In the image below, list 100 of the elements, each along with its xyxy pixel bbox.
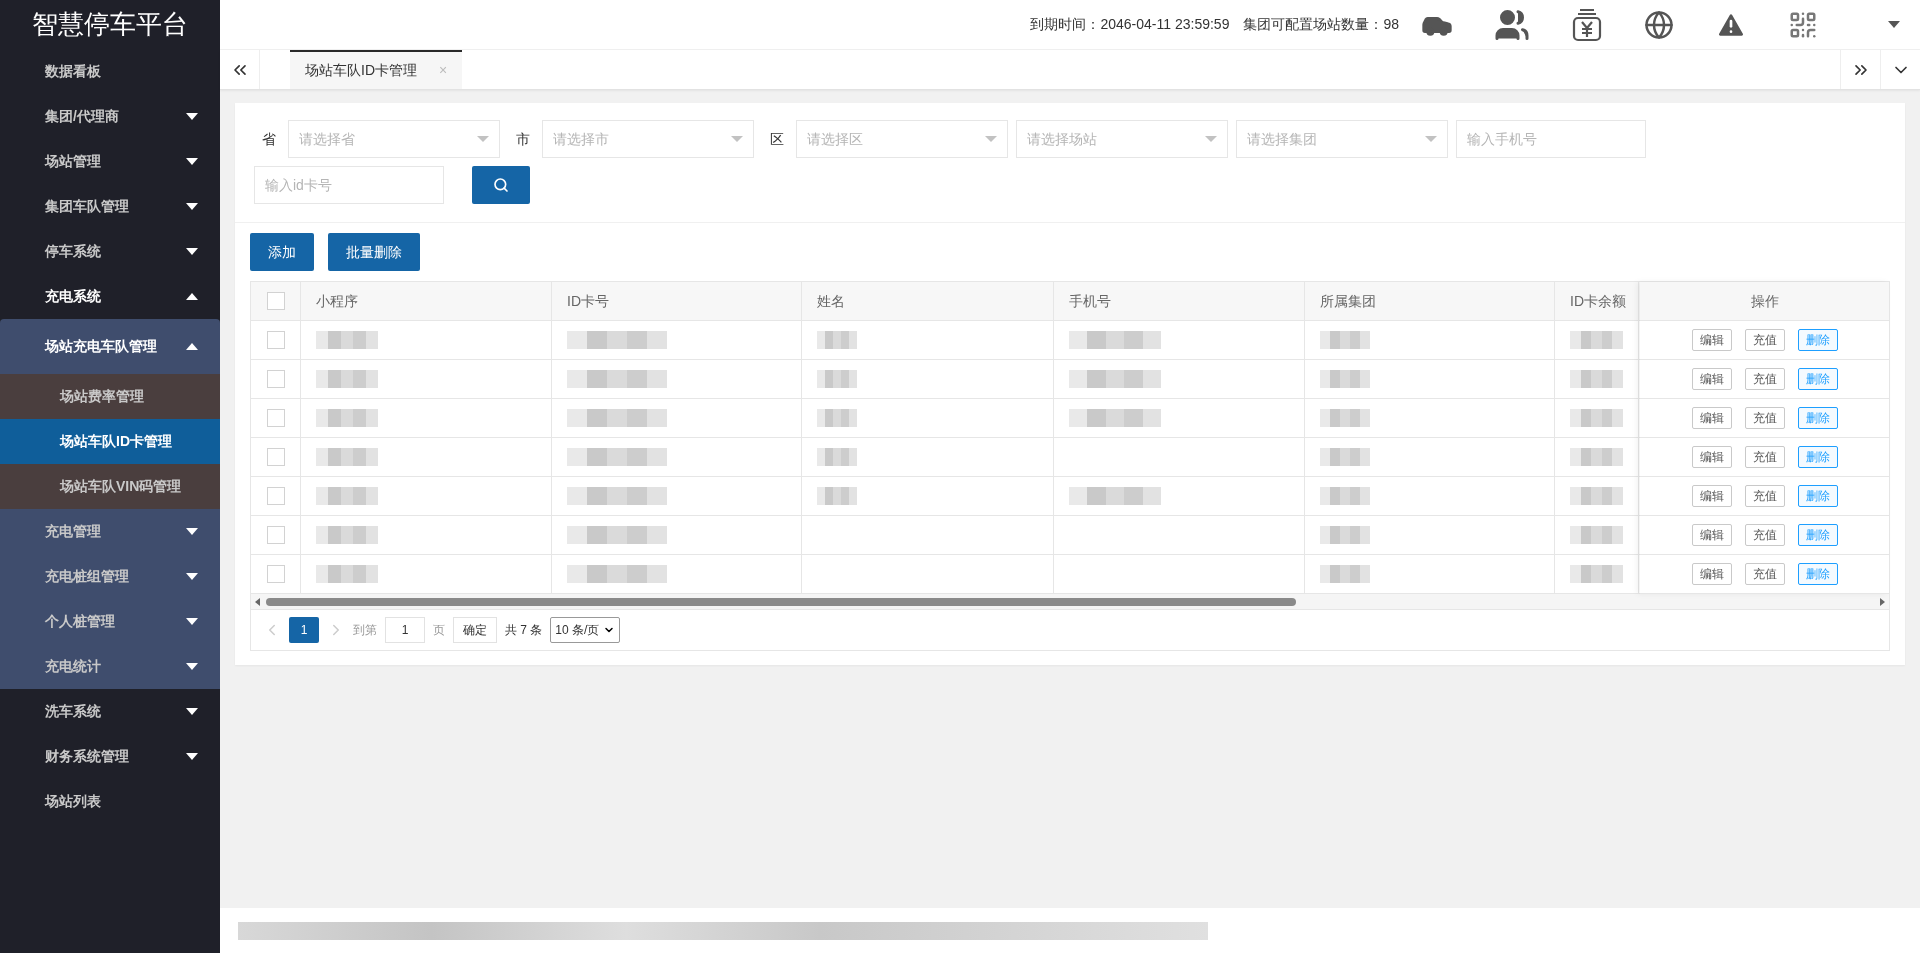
sidebar-item[interactable]: 场站管理: [0, 139, 220, 184]
row-action-button[interactable]: 编辑: [1691, 524, 1732, 546]
sidebar-item[interactable]: 洗车系统: [0, 689, 220, 734]
sidebar-item[interactable]: 停车系统: [0, 229, 220, 274]
blurred-text: [1320, 409, 1370, 427]
checkbox[interactable]: [266, 331, 285, 349]
caret-down-icon: [186, 708, 198, 715]
row-action-button[interactable]: 编辑: [1691, 446, 1732, 468]
row-action-button[interactable]: 充值: [1744, 329, 1785, 351]
sidebar-item[interactable]: 集团/代理商: [0, 94, 220, 139]
checkbox[interactable]: [266, 370, 285, 388]
sidebar-item[interactable]: 充电统计: [0, 644, 220, 689]
goto-label: 到第: [353, 622, 377, 639]
caret-down-icon: [731, 136, 743, 142]
sidebar-item[interactable]: 财务系统管理: [0, 734, 220, 779]
checkbox[interactable]: [266, 565, 285, 583]
yen-jar-icon[interactable]: [1571, 7, 1603, 42]
search-icon: [493, 177, 509, 193]
column-header: 所属集团: [1320, 291, 1376, 311]
caret-up-icon: [186, 293, 198, 300]
filter-label: 省: [261, 129, 277, 149]
sidebar-item[interactable]: 数据看板: [0, 49, 220, 94]
caret-down-icon: [477, 136, 489, 142]
blurred-text: [1320, 565, 1370, 583]
sidebar-item[interactable]: 充电桩组管理: [0, 554, 220, 599]
blurred-text: [1570, 409, 1623, 427]
action-button[interactable]: 批量删除: [328, 233, 420, 271]
filter-label: 区: [769, 129, 785, 149]
blurred-text: [817, 448, 857, 466]
caret-down-icon: [186, 158, 198, 165]
blurred-text: [1320, 370, 1370, 388]
row-action-button[interactable]: 充值: [1744, 446, 1785, 468]
caret-down-icon: [186, 573, 198, 580]
row-action-button[interactable]: 编辑: [1691, 485, 1732, 507]
scroll-left-arrow-icon[interactable]: [255, 597, 260, 606]
sidebar-item[interactable]: 场站车队ID卡管理: [0, 419, 220, 464]
caret-down-icon: [186, 528, 198, 535]
page-button[interactable]: 1: [289, 617, 319, 643]
tab[interactable]: 场站车队ID卡管理 ×: [290, 50, 463, 89]
caret-down-icon: [186, 753, 198, 760]
checkbox[interactable]: [266, 448, 285, 466]
column-header: 手机号: [1069, 291, 1111, 311]
blurred-text: [1320, 331, 1370, 349]
caret-down-icon: [985, 136, 997, 142]
blurred-text: [316, 409, 378, 427]
checkbox[interactable]: [266, 292, 285, 310]
sidebar-item[interactable]: 场站车队VIN码管理: [0, 464, 220, 509]
sidebar-item[interactable]: 场站列表: [0, 779, 220, 824]
blurred-text: [1570, 448, 1623, 466]
sidebar-item[interactable]: 充电系统: [0, 274, 220, 319]
sidebar-item[interactable]: 个人桩管理: [0, 599, 220, 644]
brand-title: 智慧停车平台: [31, 8, 189, 41]
checkbox[interactable]: [266, 526, 285, 544]
row-action-button[interactable]: 编辑: [1691, 329, 1732, 351]
page-unit-label: 页: [433, 622, 445, 639]
column-header: 小程序: [316, 291, 358, 311]
row-action-button[interactable]: 编辑: [1691, 563, 1732, 585]
page-size-select[interactable]: 10 条/页: [550, 617, 621, 643]
checkbox[interactable]: [266, 487, 285, 505]
checkbox[interactable]: [266, 409, 285, 427]
page-input[interactable]: 1: [385, 617, 425, 643]
row-action-button[interactable]: 编辑: [1691, 407, 1732, 429]
filter-label: 市: [515, 129, 531, 149]
row-action-button[interactable]: 充值: [1744, 563, 1785, 585]
sidebar-item[interactable]: 场站费率管理: [0, 374, 220, 419]
search-button[interactable]: [472, 166, 530, 204]
blurred-text: [1320, 448, 1370, 466]
row-action-button[interactable]: 充值: [1744, 368, 1785, 390]
caret-down-icon[interactable]: [1888, 21, 1900, 28]
confirm-button[interactable]: 确定: [453, 617, 497, 643]
sidebar-item[interactable]: 充电管理: [0, 509, 220, 554]
column-header: 操作: [1750, 291, 1779, 311]
caret-down-icon: [186, 618, 198, 625]
sidebar-item[interactable]: 集团车队管理: [0, 184, 220, 229]
action-button[interactable]: 添加: [250, 233, 314, 271]
column-header: ID卡余额: [1570, 291, 1626, 311]
blurred-text: [1570, 331, 1623, 349]
row-action-button[interactable]: 编辑: [1691, 368, 1732, 390]
row-action-button[interactable]: 充值: [1744, 485, 1785, 507]
input-field[interactable]: 输入id卡号: [254, 166, 444, 204]
blurred-text: [817, 370, 857, 388]
blurred-text: [1320, 487, 1370, 505]
scroll-right-arrow-icon[interactable]: [1880, 597, 1885, 606]
row-action-button[interactable]: 充值: [1744, 407, 1785, 429]
blurred-text: [817, 331, 857, 349]
horizontal-scrollbar[interactable]: [251, 594, 1889, 610]
sidebar-item[interactable]: 场站充电车队管理: [0, 319, 220, 374]
caret-down-icon: [186, 663, 198, 670]
blurred-text: [316, 448, 378, 466]
column-header: 姓名: [817, 291, 845, 311]
input-field[interactable]: 输入手机号: [1456, 120, 1646, 158]
quota-text: 集团可配置场站数量：98: [1243, 15, 1399, 34]
blurred-text: [316, 370, 378, 388]
globe-icon[interactable]: [1644, 9, 1674, 40]
blurred-text: [1570, 370, 1623, 388]
blurred-text: [817, 487, 857, 505]
blurred-text: [316, 487, 378, 505]
caret-up-icon: [186, 343, 198, 350]
caret-down-icon: [1425, 136, 1437, 142]
row-action-button[interactable]: 充值: [1744, 524, 1785, 546]
